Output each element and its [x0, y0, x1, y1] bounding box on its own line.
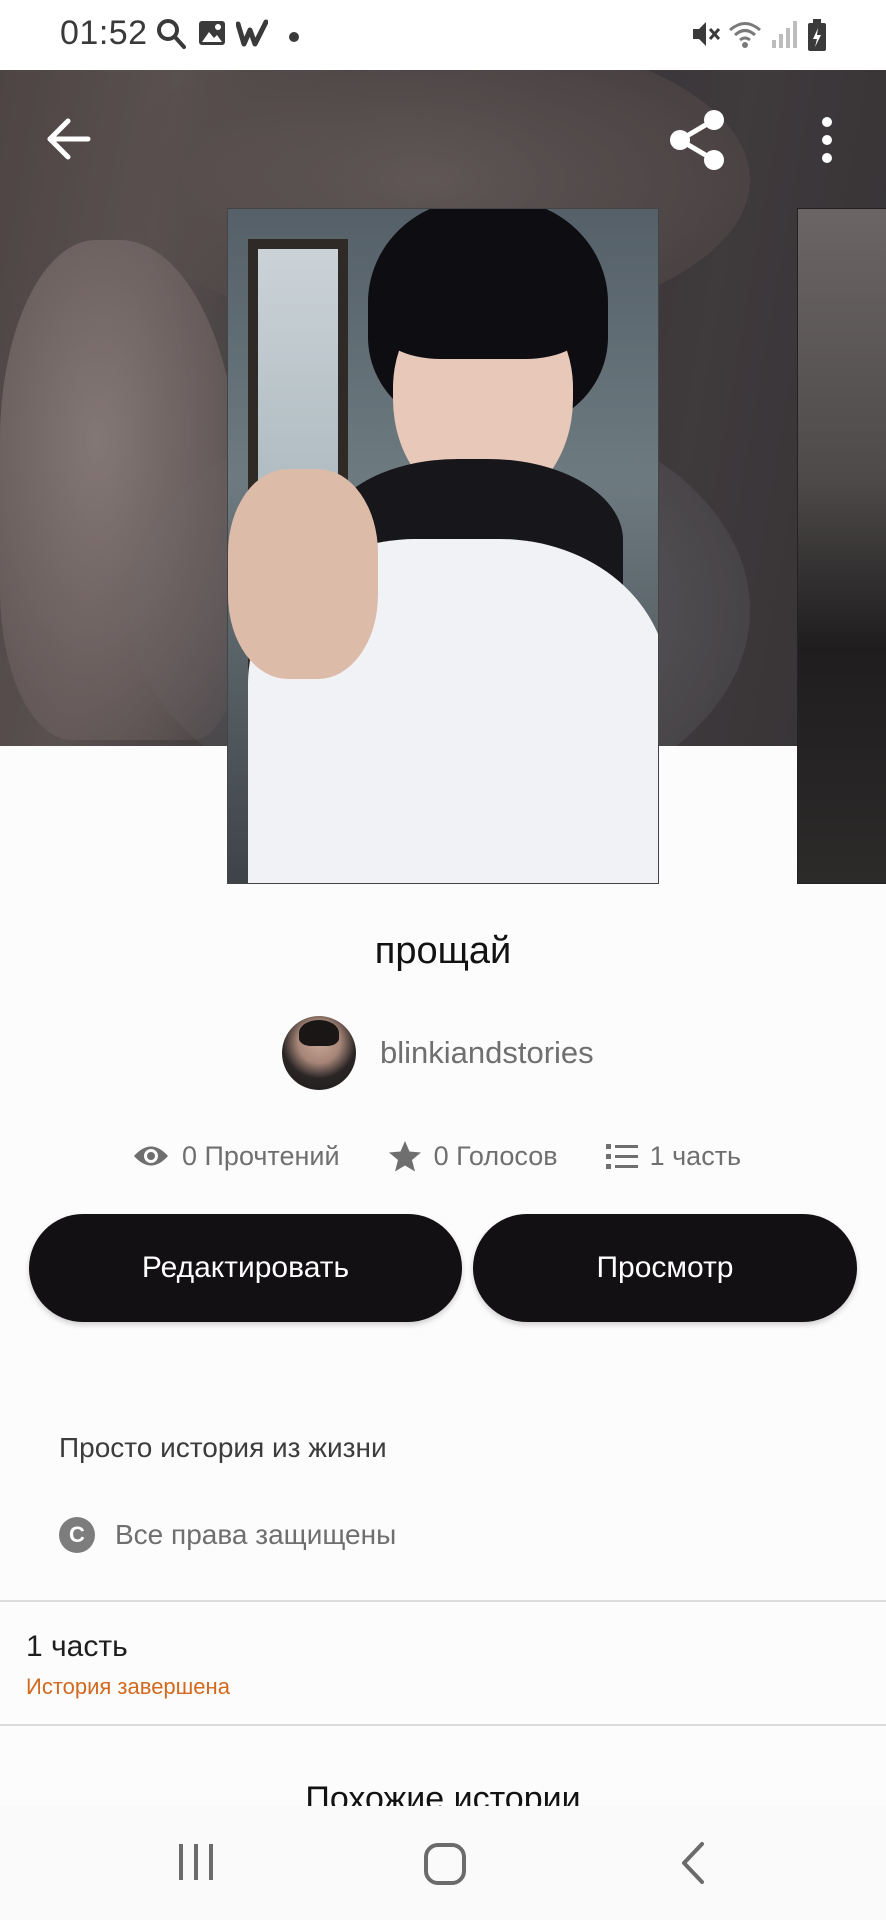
reads-stat: 0 Прочтений: [132, 1141, 340, 1172]
parts-count[interactable]: 1 часть: [26, 1630, 128, 1664]
list-icon: [605, 1144, 638, 1169]
license-label: Все права защищены: [115, 1519, 397, 1550]
view-button[interactable]: Просмотр: [473, 1214, 857, 1322]
recents-icon: [179, 1844, 213, 1880]
wifi-icon: [728, 18, 762, 55]
recents-button[interactable]: [176, 1842, 216, 1887]
avatar[interactable]: [282, 1016, 356, 1090]
share-icon: [670, 110, 724, 170]
eye-icon: [134, 1146, 168, 1166]
similar-stories-title: Похожие истории: [305, 1780, 581, 1806]
copyright-icon: C: [59, 1517, 95, 1553]
cover-art-hand: [228, 469, 378, 679]
author-row[interactable]: blinkiandstories: [282, 1016, 594, 1090]
cover-art-bangs: [378, 249, 588, 359]
signal-icon: [770, 18, 798, 55]
parts-stat-count: 1 часть: [649, 1140, 742, 1171]
story-details-screen: 01:52 прощай blinkiandstories 0 Прочтени…: [0, 0, 886, 1920]
divider: [0, 1600, 886, 1602]
story-stats: 0 Прочтений 0 Голосов 1 часть: [132, 1132, 741, 1180]
author-name[interactable]: blinkiandstories: [380, 1035, 594, 1071]
similar-stories-section: Похожие истории: [0, 1776, 886, 1806]
status-time: 01:52: [60, 14, 148, 52]
story-status: История завершена: [26, 1674, 230, 1699]
next-story-cover[interactable]: [797, 208, 886, 884]
home-icon: [424, 1843, 466, 1885]
parts-stat: 1 часть: [605, 1140, 742, 1172]
wattpad-icon: [235, 18, 269, 53]
more-options-button[interactable]: [812, 116, 842, 169]
system-back-button[interactable]: [678, 1840, 708, 1891]
arrow-left-icon: [47, 118, 91, 160]
battery-icon: [806, 18, 828, 57]
back-button[interactable]: [44, 114, 94, 169]
status-bar: 01:52: [0, 0, 886, 70]
license-row: C Все права защищены: [59, 1517, 396, 1553]
dot-icon: [288, 30, 300, 48]
gallery-icon: [198, 18, 226, 53]
mute-icon: [690, 18, 722, 55]
share-button[interactable]: [666, 108, 730, 177]
edit-button[interactable]: Редактировать: [29, 1214, 462, 1322]
story-title: прощай: [374, 930, 512, 972]
story-description: Просто история из жизни: [59, 1432, 387, 1463]
reads-count: 0 Прочтений: [182, 1140, 340, 1171]
star-icon: [388, 1141, 421, 1172]
story-cover[interactable]: [227, 208, 659, 884]
votes-stat: 0 Голосов: [388, 1140, 558, 1172]
back-chevron-icon: [682, 1842, 704, 1884]
home-button[interactable]: [423, 1842, 467, 1891]
search-icon: [156, 18, 186, 55]
votes-count: 0 Голосов: [433, 1140, 558, 1171]
divider: [0, 1724, 886, 1726]
system-nav-bar: [0, 1806, 886, 1920]
more-vertical-icon: [822, 117, 832, 163]
